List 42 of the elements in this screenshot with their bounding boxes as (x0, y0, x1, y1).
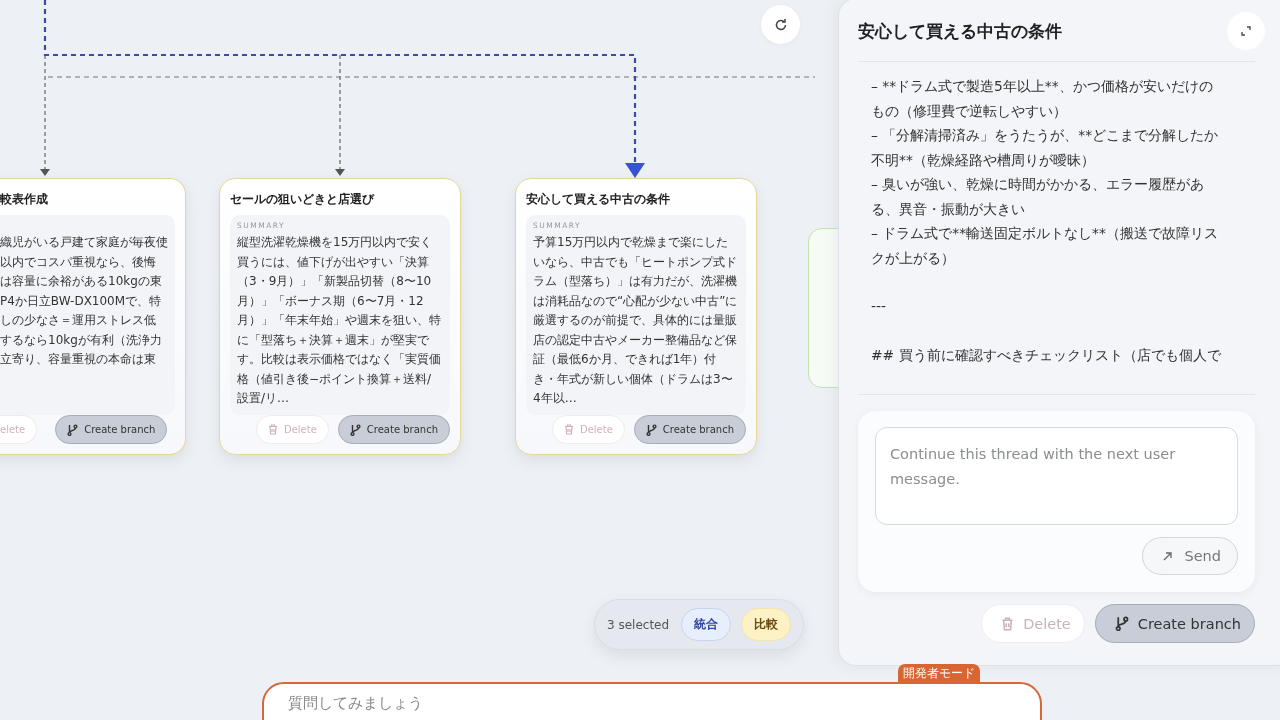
create-branch-button[interactable]: Create branch (633, 415, 746, 444)
markdown-line: – ドラム式で**輸送固定ボルトなし**（搬送で故障リスクが上がる） (871, 224, 1219, 268)
prompt-field[interactable]: 質問してみましょう (262, 682, 1042, 720)
expand-icon (1241, 26, 1251, 36)
card-title: 安心して買える中古の条件 (526, 191, 671, 208)
selection-count: 3 selected (607, 617, 670, 632)
trash-icon (1001, 616, 1015, 631)
summary-line: 織児がいる戸建て家庭が毎夜使 (0, 234, 168, 251)
compare-button[interactable]: 比較 (741, 608, 792, 641)
merge-button[interactable]: 統合 (681, 608, 732, 641)
branch-icon (645, 423, 657, 436)
markdown-line: – 臭いが強い、乾燥に時間がかかる、エラー履歴がある、異音・振動が大きい (871, 175, 1206, 219)
markdown-line: – **ドラム式で製造5年以上**、かつ価格が安いだけのもの（修理費で逆転しやすい） (871, 77, 1214, 121)
message-field[interactable]: Continue this thread with the next user message. (875, 427, 1238, 525)
markdown-rule: --- (871, 297, 887, 316)
card-title: 較表作成 (0, 191, 49, 208)
summary-line: 以内でコスパ重視なら、後悔 (0, 253, 156, 271)
summary-line: 立寄り、容量重視の本命は東 (0, 351, 156, 368)
markdown-line: – 「分解清掃済み」をうたうが、**どこまで分解したか不明**（乾燥経路や槽周りが曖昧） (871, 126, 1220, 170)
create-branch-button[interactable]: Create branch (337, 415, 450, 444)
node-card[interactable]: 較表作成 織児がいる戸建て家庭が毎夜使 以内でコスパ重視なら、後悔 は容量に余裕がある10kgの東 P4か日立BW-DX100Mで、特 しの少なさ＝運用ストレス低 するなら10kgが有利（洗浄力 立寄り、容量重視の本命は東 elete Create branch (0, 178, 186, 455)
refresh-icon (773, 17, 788, 32)
trash-icon (563, 424, 574, 435)
summary-text: 予算15万円以内で乾燥まで楽にしたいなら、中古でも「ヒートポンプ式ドラム（型落ち）」は有力だが、洗濯機は消耗品なので“心配が少ない中古”に厳選するのが前提で、具体的には量販店の認定中古やメーカー整備品など保証（最低6か月、できれば1年）付き・年式が新しい個体（ドラムは3〜4年以… (533, 234, 739, 407)
trash-icon (267, 424, 278, 435)
card-title: セールの狙いどきと店選び (230, 191, 376, 208)
create-branch-button[interactable]: Create branch (1094, 604, 1255, 643)
branch-icon (349, 423, 361, 436)
markdown-heading: ## 買う前に確認すべきチェックリスト（店でも個人で (871, 345, 1222, 365)
mode-badge: 開発者モード (898, 664, 980, 683)
summary-line: するなら10kgが有利（洗浄力 (0, 331, 162, 349)
panel-title: 安心して買える中古の条件 (858, 19, 1062, 43)
summary-text: 縦型洗濯乾燥機を15万円以内で安く買うには、値下げが出やすい「決算（3・9月）」「新製品切替（8〜10月）」「ボーナス期（6〜7月・12月）」「年末年始」や週末を狙い、特に「型落ち＋決算＋週末」が堅実です。比較は表示価格ではなく「実質価格（値引き後−ポイント換算＋送料/設置/リ… (237, 234, 442, 407)
arrow-icon (1163, 551, 1173, 561)
create-branch-button[interactable]: Create branch (55, 415, 168, 444)
summary-line: P4か日立BW-DX100Mで、特 (0, 292, 162, 310)
summary-line: は容量に余裕がある10kgの東 (0, 273, 162, 290)
branch-icon (1114, 616, 1129, 631)
branch-icon (67, 423, 79, 436)
refresh-button[interactable] (761, 5, 800, 44)
summary-line: しの少なさ＝運用ストレス低 (0, 312, 156, 329)
send-button[interactable]: Send (1142, 537, 1238, 575)
